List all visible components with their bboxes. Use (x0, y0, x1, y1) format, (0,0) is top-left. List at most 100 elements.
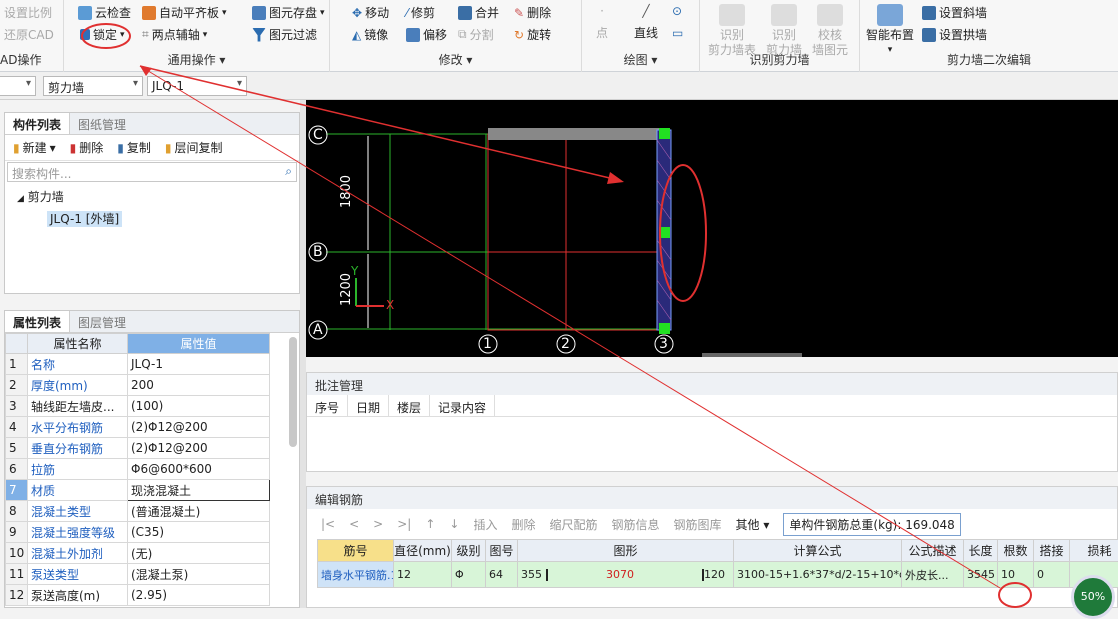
prev-button[interactable]: < (349, 517, 359, 531)
line-button[interactable]: ╱直线 (634, 4, 658, 41)
next-button[interactable]: > (373, 517, 383, 531)
property-value[interactable]: (无) (128, 543, 270, 564)
chevron-down-icon: ▾ (120, 30, 125, 40)
offset-button[interactable]: 偏移 (406, 26, 447, 43)
move-up-button[interactable]: ↑ (425, 517, 435, 531)
group-title-edit2: 剪力墙二次编辑 (860, 51, 1118, 68)
auto-slab-button[interactable]: 自动平齐板▾ (142, 4, 227, 21)
property-value[interactable]: (2)Φ12@200 (128, 417, 270, 438)
tree-root[interactable]: ◢ 剪力墙 (17, 187, 287, 209)
property-row[interactable]: 10混凝土外加剂(无) (6, 543, 270, 564)
delete-rebar-button[interactable]: 删除 (511, 516, 535, 533)
split-button[interactable]: ⧉分割 (458, 26, 494, 43)
first-button[interactable]: |< (321, 517, 335, 531)
cell-grade[interactable]: Φ (452, 562, 486, 588)
cell-length[interactable]: 3545 (964, 562, 998, 588)
cell-description[interactable]: 外皮长... (902, 562, 964, 588)
cell-lap[interactable]: 0 (1034, 562, 1070, 588)
property-value[interactable]: (普通混凝土) (128, 501, 270, 522)
property-row[interactable]: 7材质现浇混凝土 (6, 480, 270, 501)
cell-rebar-name[interactable]: 墙身水平钢筋.1 (318, 562, 394, 588)
name-select[interactable]: JLQ-1 (147, 76, 247, 96)
cell-figure-no[interactable]: 64 (486, 562, 518, 588)
two-point-axis-button[interactable]: ⌗两点辅轴▾ (142, 26, 207, 43)
property-index: 6 (6, 459, 28, 480)
wall-icon (771, 4, 797, 26)
property-value[interactable]: 现浇混凝土 (128, 480, 270, 501)
property-row[interactable]: 11泵送类型(混凝土泵) (6, 564, 270, 585)
property-row[interactable]: 5垂直分布钢筋(2)Φ12@200 (6, 438, 270, 459)
delete-component-button[interactable]: ▮删除 (70, 139, 104, 156)
drawing-canvas[interactable]: C B A 1 2 3 1800 1200 Y X (306, 100, 1118, 357)
point-button[interactable]: ·点 (596, 4, 608, 41)
rect-button[interactable]: ▭ (672, 26, 683, 40)
property-value[interactable]: 200 (128, 375, 270, 396)
component-search-input[interactable]: 搜索构件...⌕ (7, 162, 297, 182)
save-element-button[interactable]: 图元存盘▾ (252, 4, 325, 21)
tab-layer-manage[interactable]: 图层管理 (70, 311, 134, 332)
tab-drawing-manage[interactable]: 图纸管理 (70, 113, 134, 134)
last-button[interactable]: >| (397, 517, 411, 531)
col-date: 日期 (348, 395, 389, 416)
floor-select[interactable] (0, 76, 36, 96)
property-row[interactable]: 2厚度(mm)200 (6, 375, 270, 396)
property-row[interactable]: 4水平分布钢筋(2)Φ12@200 (6, 417, 270, 438)
circle-icon: ⊙ (672, 4, 682, 18)
identify-wall-button[interactable]: 识别剪力墙 (766, 4, 802, 58)
type-select[interactable]: 剪力墙 (43, 76, 143, 96)
floor-copy-icon: ▮ (165, 141, 172, 155)
canvas-splitter-handle[interactable] (702, 353, 802, 357)
cell-formula[interactable]: 3100-15+1.6*37*d/2-15+10*d (734, 562, 902, 588)
scrollbar[interactable] (289, 337, 297, 447)
property-row[interactable]: 1名称JLQ-1 (6, 354, 270, 375)
rebar-row[interactable]: 墙身水平钢筋.1 12 Φ 64 3553070120 3100-15+1.6*… (318, 562, 1118, 588)
cell-diameter[interactable]: 12 (394, 562, 452, 588)
insert-button[interactable]: 插入 (473, 516, 497, 533)
mirror-button[interactable]: ◭镜像 (352, 26, 388, 43)
property-row[interactable]: 8混凝土类型(普通混凝土) (6, 501, 270, 522)
arc-button[interactable]: ⊙ (672, 4, 682, 18)
cloud-check-button[interactable]: 云检查 (78, 4, 131, 21)
merge-button[interactable]: 合并 (458, 4, 499, 21)
lock-button[interactable]: 锁定▾ (80, 26, 125, 43)
tree-item-jlq1[interactable]: JLQ-1 [外墙] (17, 209, 287, 229)
delete-button[interactable]: ✎删除 (514, 4, 551, 21)
property-row[interactable]: 6拉筋Φ6@600*600 (6, 459, 270, 480)
rebar-library-button[interactable]: 钢筋图库 (674, 516, 722, 533)
property-value[interactable]: (2)Φ12@200 (128, 438, 270, 459)
move-button[interactable]: ✥移动 (352, 4, 389, 21)
copy-button[interactable]: ▮复制 (117, 139, 151, 156)
property-value[interactable]: (混凝土泵) (128, 564, 270, 585)
move-down-button[interactable]: ↓ (449, 517, 459, 531)
smart-layout-button[interactable]: 智能布置▾ (866, 4, 914, 58)
cell-count[interactable]: 10 (998, 562, 1034, 588)
property-value[interactable]: (C35) (128, 522, 270, 543)
trim-button[interactable]: ⁄修剪 (406, 4, 435, 21)
scale-rebar-button[interactable]: 缩尺配筋 (550, 516, 598, 533)
floor-copy-button[interactable]: ▮层间复制 (165, 139, 223, 156)
identify-table-button[interactable]: 识别剪力墙表 (708, 4, 756, 58)
component-tabs: 构件列表 图纸管理 (5, 113, 299, 135)
tab-property-list[interactable]: 属性列表 (5, 311, 70, 332)
slope-wall-button[interactable]: 设置斜墙 (922, 4, 987, 21)
property-value[interactable]: JLQ-1 (128, 354, 270, 375)
check-wall-button[interactable]: 校核墙图元 (812, 4, 848, 58)
restore-cad-button[interactable]: 还原CAD (4, 26, 54, 43)
tab-component-list[interactable]: 构件列表 (5, 113, 70, 134)
arch-wall-button[interactable]: 设置拱墙 (922, 26, 987, 43)
property-value[interactable]: Φ6@600*600 (128, 459, 270, 480)
other-button[interactable]: 其他 ▾ (736, 516, 770, 533)
set-scale-button[interactable]: 设置比例 (4, 4, 52, 21)
rebar-info-button[interactable]: 钢筋信息 (612, 516, 660, 533)
new-button[interactable]: ▮新建 ▾ (13, 139, 56, 156)
property-row[interactable]: 9混凝土强度等级(C35) (6, 522, 270, 543)
merge-icon (458, 6, 472, 20)
property-value[interactable]: (2.95) (128, 585, 270, 606)
rotate-icon: ↻ (514, 28, 524, 42)
property-row[interactable]: 3轴线距左墙皮...(100) (6, 396, 270, 417)
cell-shape[interactable]: 3553070120 (518, 562, 734, 588)
rotate-button[interactable]: ↻旋转 (514, 26, 551, 43)
property-row[interactable]: 12泵送高度(m)(2.95) (6, 585, 270, 606)
property-value[interactable]: (100) (128, 396, 270, 417)
filter-element-button[interactable]: 图元过滤 (252, 26, 317, 43)
